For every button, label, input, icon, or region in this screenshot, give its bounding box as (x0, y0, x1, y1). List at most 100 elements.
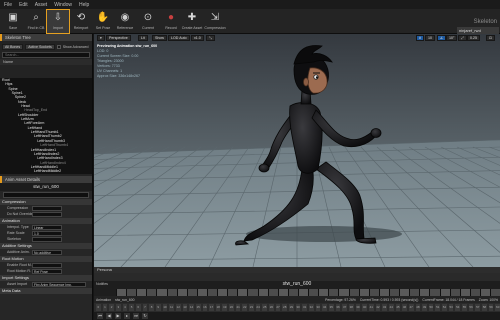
all-bones-dropdown[interactable]: All Bones (2, 44, 24, 50)
perspective-button[interactable]: Perspective (106, 35, 131, 41)
timeline-frame[interactable] (126, 289, 137, 296)
scrub-tick[interactable]: 59 (488, 304, 494, 311)
timeline-frame[interactable] (399, 289, 410, 296)
scrub-tick[interactable]: 50 (428, 304, 434, 311)
timeline-frame[interactable] (308, 289, 319, 296)
property-value-field[interactable] (32, 205, 62, 211)
scrub-tick[interactable]: 46 (402, 304, 407, 311)
scrub-tick[interactable]: 18 (215, 304, 221, 311)
timeline-frame[interactable] (297, 289, 309, 296)
grid-size-value[interactable]: 10 (425, 35, 435, 41)
save-button[interactable]: ▣ Save (2, 10, 24, 33)
timeline-frame[interactable] (429, 289, 440, 296)
scrub-tick[interactable]: 55 (462, 304, 467, 311)
angle-snap-button[interactable]: ∠ (437, 35, 447, 41)
scrub-tick[interactable]: 12 (175, 304, 181, 311)
scrub-tick[interactable]: 27 (275, 304, 281, 311)
scrub-tick[interactable]: 9 (155, 304, 161, 311)
scrub-tick[interactable]: 25 (262, 304, 268, 311)
timeline-frame[interactable] (490, 289, 500, 296)
menu-asset[interactable]: Asset (35, 2, 48, 8)
skeleton-search-input[interactable]: Search... (2, 52, 90, 58)
preview-viewport[interactable]: ▾ Perspective Lit Show LOD Auto x1.0 ⤡ #… (94, 34, 500, 267)
timeline-frame[interactable] (136, 289, 147, 296)
tab-anim-asset-details[interactable]: Anim Asset Details (0, 176, 92, 183)
menu-file[interactable]: File (4, 2, 12, 8)
scrub-tick[interactable]: 58 (482, 304, 487, 311)
scrub-tick[interactable]: 32 (309, 304, 314, 311)
lit-button[interactable]: Lit (138, 35, 148, 41)
property-value-field[interactable]: No additive (32, 249, 62, 255)
details-search-input[interactable] (3, 192, 89, 198)
scrub-tick[interactable]: 34 (322, 304, 327, 311)
timeline-frame[interactable] (267, 289, 278, 296)
scrub-tick[interactable]: 49 (422, 304, 427, 311)
scrub-tick[interactable]: 22 (242, 304, 248, 311)
scale-snap-value[interactable]: 0.25 (467, 35, 480, 41)
scrub-tick[interactable]: 60 (495, 304, 500, 311)
scrub-tick[interactable]: 43 (382, 304, 387, 311)
compression-button[interactable]: ⇲ Compression (204, 10, 226, 33)
timeline-frame[interactable] (419, 289, 430, 296)
scrub-tick[interactable]: 8 (149, 304, 154, 311)
scrub-tick[interactable]: 29 (289, 304, 294, 311)
scrub-tick[interactable]: 11 (169, 304, 174, 311)
scrub-tick[interactable]: 57 (475, 304, 481, 311)
menu-window[interactable]: Window (54, 2, 72, 8)
scrub-tick[interactable]: 52 (442, 304, 447, 311)
timeline-frame[interactable] (287, 289, 298, 296)
scrub-tick[interactable]: 16 (202, 304, 208, 311)
timeline-frame[interactable] (217, 289, 228, 296)
playback-speed-button[interactable]: x1.0 (191, 35, 204, 41)
property-value-field[interactable]: Linear (32, 224, 62, 230)
reference-button[interactable]: ◉ Reference (114, 10, 136, 33)
scrub-tick[interactable]: 13 (182, 304, 188, 311)
timeline-frame[interactable] (328, 289, 339, 296)
scrub-tick[interactable]: 41 (368, 304, 374, 311)
scrub-tick[interactable]: 45 (395, 304, 401, 311)
scrub-tick[interactable]: 33 (315, 304, 321, 311)
scrub-tick[interactable]: 40 (362, 304, 367, 311)
timeline-frame[interactable] (348, 289, 359, 296)
step-back-icon[interactable]: ◀ (106, 313, 112, 319)
scrub-tick[interactable]: 44 (388, 304, 394, 311)
timeline-frame[interactable] (388, 289, 400, 296)
timeline-frame[interactable] (227, 289, 238, 296)
property-value-field[interactable] (32, 211, 62, 217)
scrub-tick[interactable]: 51 (435, 304, 441, 311)
scrub-tick[interactable]: 30 (295, 304, 301, 311)
scrub-tick[interactable]: 24 (255, 304, 261, 311)
viewport-options-button[interactable]: ▾ (97, 35, 105, 41)
tab-skeleton-tree[interactable]: Skeleton Tree (0, 34, 92, 41)
scrub-tick[interactable]: 28 (282, 304, 288, 311)
angle-snap-value[interactable]: 10° (446, 35, 458, 41)
timeline-frame[interactable] (166, 289, 177, 296)
import-button[interactable]: ⇩ Import (46, 9, 70, 34)
property-value-field[interactable] (32, 262, 62, 268)
timeline-frame[interactable] (439, 289, 450, 296)
timeline-frame[interactable] (257, 289, 268, 296)
show-advanced-checkbox[interactable] (56, 45, 61, 49)
lod-button[interactable]: LOD Auto (168, 35, 190, 41)
timeline-frame[interactable] (378, 289, 389, 296)
timeline-frame[interactable] (338, 289, 349, 296)
timeline-frame[interactable] (156, 289, 167, 296)
scrub-tick[interactable]: 19 (222, 304, 228, 311)
timeline-frame[interactable] (358, 289, 369, 296)
skip-to-end-icon[interactable]: ⏭ (133, 313, 139, 319)
frame-bar[interactable] (116, 289, 500, 296)
scrub-tick[interactable]: 38 (348, 304, 354, 311)
scrub-tick[interactable]: 54 (455, 304, 461, 311)
scrub-tick[interactable]: 42 (375, 304, 381, 311)
scrub-tick[interactable]: 1 (102, 304, 108, 311)
property-value-field[interactable]: Fbx Anim Sequence Imp. (32, 281, 86, 287)
scrub-tick[interactable]: 39 (355, 304, 361, 311)
scrub-tick[interactable]: 37 (342, 304, 347, 311)
scrub-tick[interactable]: 2 (109, 304, 114, 311)
active-sockets-dropdown[interactable]: Active Sockets (25, 44, 55, 50)
scrub-tick[interactable]: 7 (142, 304, 148, 311)
show-button[interactable]: Show (152, 35, 167, 41)
step-forward-icon[interactable]: ▸ (124, 313, 130, 319)
menu-edit[interactable]: Edit (19, 2, 28, 8)
scrub-tick[interactable]: 56 (468, 304, 474, 311)
